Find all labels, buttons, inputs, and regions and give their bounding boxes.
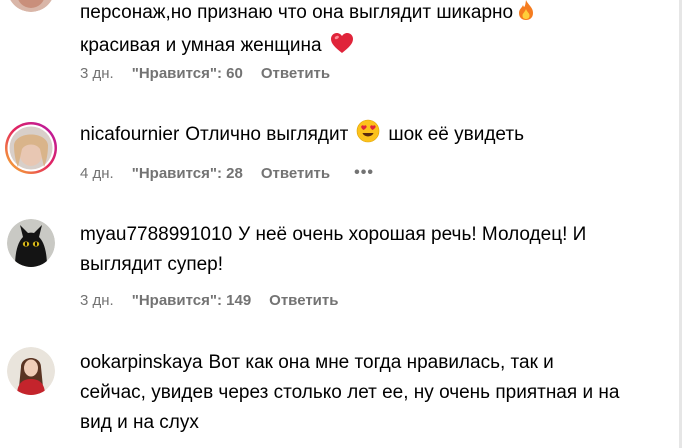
likes-count[interactable]: "Нравится": 28 bbox=[132, 165, 243, 182]
avatar-image bbox=[7, 347, 55, 395]
comment-meta: 3 дн. "Нравится": 149 Ответить bbox=[80, 290, 356, 310]
avatar[interactable] bbox=[7, 219, 55, 267]
comment-text-line-1: Вот как она мне тогда нравилась, так и bbox=[208, 352, 554, 373]
avatar[interactable] bbox=[4, 121, 58, 175]
avatar-image bbox=[7, 219, 55, 267]
heart-eyes-emoji-icon bbox=[356, 119, 380, 153]
comment-text-line-1: персонаж,но признаю что она выглядит шик… bbox=[80, 2, 514, 23]
comment-time: 3 дн. bbox=[80, 64, 114, 82]
avatar[interactable] bbox=[7, 347, 55, 395]
fire-emoji-icon bbox=[516, 0, 536, 31]
comment-text: персонаж,но признаю что она выглядит шик… bbox=[80, 0, 672, 64]
comment-text-part-1: Отлично выглядит bbox=[185, 124, 349, 145]
avatar-image bbox=[10, 0, 52, 12]
avatar[interactable] bbox=[7, 0, 55, 12]
comment-text-line-2: выглядит супер! bbox=[80, 254, 224, 275]
likes-count[interactable]: "Нравится": 60 bbox=[132, 65, 243, 82]
comment-text-line-2: красивая и умная женщина bbox=[80, 35, 322, 56]
likes-count[interactable]: "Нравится": 149 bbox=[132, 292, 251, 309]
avatar-image bbox=[5, 122, 57, 174]
comment-text: nicafournier Отлично выглядит шок её увиде… bbox=[80, 119, 672, 153]
more-options-icon[interactable]: ••• bbox=[354, 164, 374, 182]
reply-button[interactable]: Ответить bbox=[261, 65, 330, 82]
comment-text: ookarpinskaya Вот как она мне тогда нрави… bbox=[80, 348, 672, 438]
comment-text: myau7788991010 У неё очень хорошая речь! … bbox=[80, 220, 672, 280]
comment-text-part-2: шок её увидеть bbox=[388, 124, 524, 145]
comment-meta: 3 дн. "Нравится": 60 Ответить bbox=[80, 63, 348, 83]
comment-username[interactable]: nicafournier bbox=[80, 124, 179, 145]
comment-time: 4 дн. bbox=[80, 164, 114, 182]
heart-emoji-icon bbox=[330, 32, 354, 64]
comment-text-line-2: сейчас, увидев через столько лет ее, ну … bbox=[80, 382, 620, 403]
comment-meta: 4 дн. "Нравится": 28 Ответить ••• bbox=[80, 163, 392, 183]
comment-username[interactable]: ookarpinskaya bbox=[80, 352, 203, 373]
reply-button[interactable]: Ответить bbox=[269, 292, 338, 309]
reply-button[interactable]: Ответить bbox=[261, 165, 330, 182]
comment-text-line-3: вид и на слух bbox=[80, 412, 199, 433]
comment-username[interactable]: myau7788991010 bbox=[80, 224, 232, 245]
comment-time: 3 дн. bbox=[80, 291, 114, 309]
comment-text-line-1: У неё очень хорошая речь! Молодец! И bbox=[238, 224, 587, 245]
